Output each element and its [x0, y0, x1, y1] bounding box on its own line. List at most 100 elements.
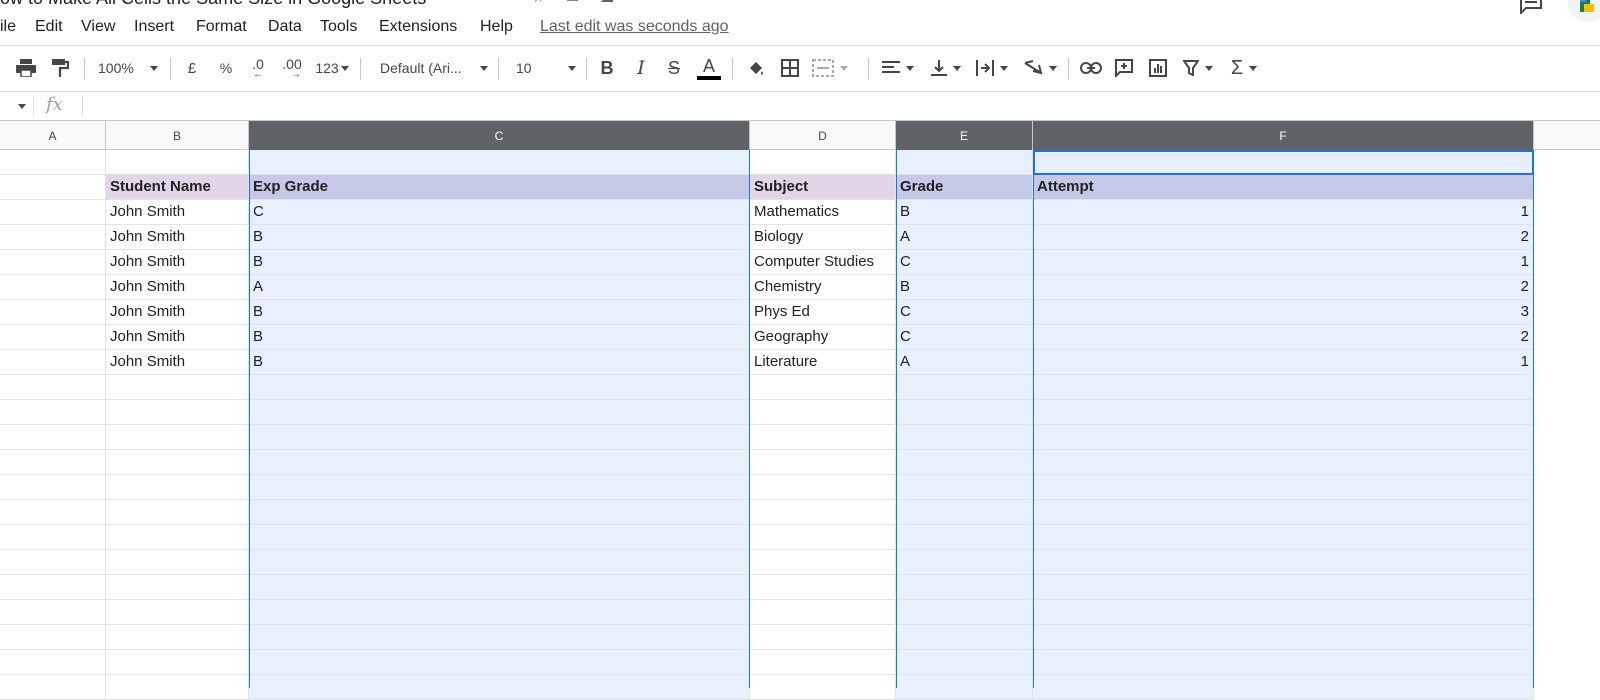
header-subject[interactable]: Subject — [750, 175, 896, 200]
cell[interactable] — [750, 400, 896, 425]
cell-exp-grade[interactable]: B — [249, 325, 750, 350]
cell[interactable] — [0, 575, 106, 600]
cell[interactable] — [106, 600, 249, 625]
decrease-decimal-button[interactable]: .0 ← — [246, 55, 270, 81]
cell[interactable] — [896, 500, 1033, 525]
cell[interactable] — [896, 600, 1033, 625]
menu-tools[interactable]: Tools — [320, 18, 357, 36]
cell-student[interactable]: John Smith — [106, 325, 249, 350]
menu-format[interactable]: Format — [196, 18, 247, 36]
cell-exp-grade[interactable]: B — [249, 250, 750, 275]
menu-data[interactable]: Data — [268, 18, 302, 36]
cell-attempt[interactable]: 1 — [1033, 350, 1534, 375]
cell-subject[interactable]: Geography — [750, 325, 896, 350]
menu-edit[interactable]: Edit — [35, 18, 63, 36]
cell[interactable] — [750, 550, 896, 575]
column-header-e[interactable]: E — [896, 121, 1033, 150]
menu-insert[interactable]: Insert — [134, 18, 174, 36]
cell[interactable] — [896, 625, 1033, 650]
cell-attempt[interactable]: 2 — [1033, 225, 1534, 250]
cell[interactable] — [0, 450, 106, 475]
cell[interactable] — [1033, 550, 1534, 575]
cell[interactable] — [0, 150, 106, 175]
cell-grade[interactable]: B — [896, 275, 1033, 300]
document-title[interactable]: ow to Make All Cells the Same Size in Go… — [0, 0, 426, 9]
cell-student[interactable]: John Smith — [106, 225, 249, 250]
cell[interactable] — [750, 575, 896, 600]
header-student-name[interactable]: Student Name — [106, 175, 249, 200]
insert-chart-icon[interactable] — [1146, 55, 1170, 81]
cell-attempt[interactable]: 2 — [1033, 325, 1534, 350]
cell-exp-grade[interactable]: B — [249, 350, 750, 375]
cell[interactable] — [249, 575, 750, 600]
cell[interactable] — [1033, 500, 1534, 525]
cell[interactable] — [249, 550, 750, 575]
cell[interactable] — [106, 550, 249, 575]
cell[interactable] — [896, 650, 1033, 675]
cell-subject[interactable]: Computer Studies — [750, 250, 896, 275]
cell[interactable] — [106, 650, 249, 675]
cell[interactable] — [0, 225, 106, 250]
more-formats-select[interactable]: 123 — [312, 55, 352, 81]
column-header-c[interactable]: C — [249, 121, 750, 150]
name-box-dropdown-icon[interactable] — [18, 104, 26, 109]
cell[interactable] — [750, 375, 896, 400]
cell[interactable] — [0, 425, 106, 450]
cell[interactable] — [0, 275, 106, 300]
cell[interactable] — [896, 450, 1033, 475]
cell[interactable] — [1033, 600, 1534, 625]
cell[interactable] — [1033, 450, 1534, 475]
cell[interactable] — [0, 300, 106, 325]
cell[interactable] — [249, 400, 750, 425]
cell[interactable] — [1033, 525, 1534, 550]
cell[interactable] — [0, 525, 106, 550]
comments-icon[interactable] — [1518, 0, 1544, 16]
text-rotation-icon[interactable] — [1022, 55, 1058, 81]
menu-help[interactable]: Help — [480, 18, 513, 36]
cell-student[interactable]: John Smith — [106, 275, 249, 300]
cell[interactable] — [0, 550, 106, 575]
formula-input[interactable] — [92, 96, 1496, 118]
cell[interactable] — [750, 425, 896, 450]
cell[interactable] — [750, 450, 896, 475]
borders-icon[interactable] — [778, 55, 802, 81]
paint-format-icon[interactable] — [48, 55, 72, 81]
cell[interactable] — [896, 400, 1033, 425]
cell[interactable] — [750, 475, 896, 500]
cell-attempt[interactable]: 1 — [1033, 250, 1534, 275]
cell[interactable] — [106, 500, 249, 525]
column-header-d[interactable]: D — [750, 121, 896, 150]
cell-attempt[interactable]: 1 — [1033, 200, 1534, 225]
cell[interactable] — [1033, 625, 1534, 650]
cell[interactable] — [106, 150, 249, 175]
cell-exp-grade[interactable]: B — [249, 225, 750, 250]
cell[interactable] — [249, 475, 750, 500]
cell[interactable] — [249, 525, 750, 550]
zoom-select[interactable]: 100% — [98, 55, 160, 81]
cell-subject[interactable]: Biology — [750, 225, 896, 250]
cell[interactable] — [750, 525, 896, 550]
text-color-button[interactable]: A — [696, 55, 722, 81]
cell-subject[interactable]: Chemistry — [750, 275, 896, 300]
cell[interactable] — [0, 600, 106, 625]
cell-student[interactable]: John Smith — [106, 250, 249, 275]
font-family-select[interactable]: Default (Ari... — [380, 55, 488, 81]
cell[interactable] — [106, 400, 249, 425]
cell[interactable] — [0, 475, 106, 500]
cell-exp-grade[interactable]: A — [249, 275, 750, 300]
print-icon[interactable] — [14, 55, 38, 81]
strikethrough-button[interactable]: S — [663, 55, 685, 81]
cell[interactable] — [249, 450, 750, 475]
cell[interactable] — [896, 375, 1033, 400]
cell[interactable] — [106, 625, 249, 650]
italic-button[interactable]: I — [630, 55, 652, 81]
merge-cells-icon[interactable] — [812, 55, 856, 81]
cell-grade[interactable]: C — [896, 325, 1033, 350]
increase-decimal-button[interactable]: .00 → — [278, 55, 306, 81]
cell-exp-grade[interactable]: B — [249, 300, 750, 325]
cell[interactable] — [750, 600, 896, 625]
cell[interactable] — [0, 625, 106, 650]
cell[interactable] — [1033, 475, 1534, 500]
insert-comment-icon[interactable] — [1112, 55, 1136, 81]
cell-student[interactable]: John Smith — [106, 350, 249, 375]
